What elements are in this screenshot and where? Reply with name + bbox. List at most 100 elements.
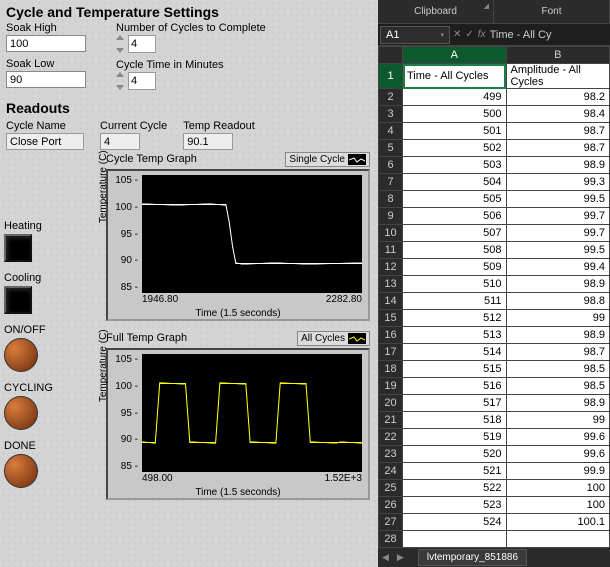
cell[interactable]: 513 [403,327,507,344]
soak-high-input[interactable] [6,35,86,52]
row-header[interactable]: 3 [379,106,403,123]
cell[interactable]: 98.7 [506,344,610,361]
row-header[interactable]: 22 [379,429,403,446]
row-header[interactable]: 21 [379,412,403,429]
row-header[interactable]: 5 [379,140,403,157]
row-header[interactable]: 26 [379,497,403,514]
formula-input[interactable]: Time - All Cy [490,29,607,41]
cycling-button[interactable] [4,396,38,430]
cell[interactable]: 99.7 [506,225,610,242]
cell[interactable]: 502 [403,140,507,157]
ribbon-group-font[interactable]: Font [494,0,610,23]
col-header-A[interactable]: A [403,47,507,64]
cell[interactable]: 100.1 [506,514,610,531]
cell[interactable]: 98.5 [506,361,610,378]
cell[interactable] [506,531,610,548]
select-all-corner[interactable] [379,47,403,64]
cell[interactable]: Time - All Cycles [403,64,507,89]
cell[interactable]: 504 [403,174,507,191]
cell[interactable]: 501 [403,123,507,140]
num-cycles-input[interactable] [128,35,156,53]
cell[interactable]: 508 [403,242,507,259]
row-header[interactable]: 20 [379,395,403,412]
enter-icon[interactable]: ✓ [465,29,473,40]
row-header[interactable]: 4 [379,123,403,140]
row-header[interactable]: 17 [379,344,403,361]
num-cycles-control[interactable] [116,35,266,53]
row-header[interactable]: 2 [379,89,403,106]
cell[interactable]: 524 [403,514,507,531]
cell[interactable]: 99.4 [506,259,610,276]
cycle-time-input[interactable] [128,72,156,90]
cell[interactable]: 100 [506,497,610,514]
stepper-arrows-icon[interactable] [116,72,126,90]
chart1-legend[interactable]: Single Cycle [285,152,370,167]
cell[interactable]: 99 [506,412,610,429]
cell[interactable]: 520 [403,446,507,463]
row-header[interactable]: 19 [379,378,403,395]
sheet-prev-icon[interactable]: ◀ [378,552,393,563]
row-header[interactable]: 16 [379,327,403,344]
cell[interactable]: 516 [403,378,507,395]
row-header[interactable]: 24 [379,463,403,480]
cancel-icon[interactable]: ✕ [453,29,461,40]
row-header[interactable]: 6 [379,157,403,174]
cell[interactable]: 98.7 [506,140,610,157]
cell[interactable]: 99.5 [506,191,610,208]
cell[interactable]: 521 [403,463,507,480]
row-header[interactable]: 1 [379,64,403,89]
cell[interactable]: 500 [403,106,507,123]
stepper-arrows-icon[interactable] [116,35,126,53]
row-header[interactable]: 27 [379,514,403,531]
cell[interactable]: 98.2 [506,89,610,106]
cell[interactable]: 100 [506,480,610,497]
cell[interactable]: 98.4 [506,106,610,123]
cycle-time-control[interactable] [116,72,266,90]
cell[interactable]: 99.3 [506,174,610,191]
cell[interactable]: 98.9 [506,276,610,293]
cell[interactable]: 99.5 [506,242,610,259]
cell[interactable]: 511 [403,293,507,310]
cell[interactable]: 506 [403,208,507,225]
ribbon-group-clipboard[interactable]: ◢ Clipboard [378,0,494,23]
cell[interactable]: 98.9 [506,157,610,174]
cell[interactable]: 515 [403,361,507,378]
cell[interactable]: 518 [403,412,507,429]
cell[interactable]: 509 [403,259,507,276]
cell[interactable]: 523 [403,497,507,514]
row-header[interactable]: 14 [379,293,403,310]
row-header[interactable]: 7 [379,174,403,191]
chart2-legend[interactable]: All Cycles [297,331,370,346]
row-header[interactable]: 18 [379,361,403,378]
row-header[interactable]: 11 [379,242,403,259]
cell[interactable]: 98.7 [506,123,610,140]
chevron-down-icon[interactable]: ▾ [440,31,444,39]
cell[interactable]: 507 [403,225,507,242]
cell[interactable]: 98.9 [506,327,610,344]
cell[interactable]: 99 [506,310,610,327]
onoff-button[interactable] [4,338,38,372]
row-header[interactable]: 28 [379,531,403,548]
row-header[interactable]: 8 [379,191,403,208]
spreadsheet-grid[interactable]: AB1Time - All CyclesAmplitude - All Cycl… [378,46,610,547]
expand-icon[interactable]: ◢ [484,2,489,10]
row-header[interactable]: 12 [379,259,403,276]
row-header[interactable]: 10 [379,225,403,242]
row-header[interactable]: 9 [379,208,403,225]
sheet-tab[interactable]: lvtemporary_851886 [418,549,527,566]
cell[interactable]: 99.7 [506,208,610,225]
cell[interactable]: 510 [403,276,507,293]
cell[interactable]: 522 [403,480,507,497]
done-button[interactable] [4,454,38,488]
cell[interactable]: 514 [403,344,507,361]
cell[interactable]: 519 [403,429,507,446]
grid-wrap[interactable]: AB1Time - All CyclesAmplitude - All Cycl… [378,46,610,547]
soak-low-input[interactable] [6,71,86,88]
cell[interactable]: 503 [403,157,507,174]
cell[interactable]: Amplitude - All Cycles [506,64,610,89]
cell[interactable]: 99.9 [506,463,610,480]
fx-icon[interactable]: fx [478,29,486,40]
cell[interactable]: 499 [403,89,507,106]
cell[interactable]: 98.5 [506,378,610,395]
cell[interactable]: 505 [403,191,507,208]
